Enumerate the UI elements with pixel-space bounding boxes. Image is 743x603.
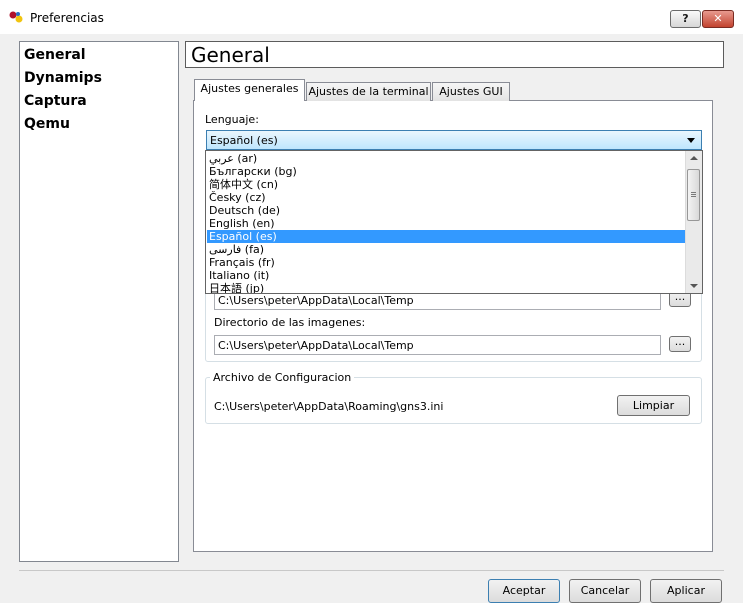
language-select[interactable]: Español (es): [206, 130, 702, 150]
accept-button[interactable]: Aceptar: [488, 579, 560, 603]
images-dir-field[interactable]: C:\Users\peter\AppData\Local\Temp: [214, 335, 661, 355]
list-item[interactable]: 日本語 (jp): [207, 282, 685, 293]
cancel-button[interactable]: Cancelar: [569, 579, 641, 603]
clear-config-button[interactable]: Limpiar: [617, 395, 690, 416]
list-item[interactable]: Български (bg): [207, 165, 685, 178]
nav-item-qemu[interactable]: Qemu: [24, 116, 70, 132]
list-item[interactable]: Česky (cz): [207, 191, 685, 204]
list-item[interactable]: Français (fr): [207, 256, 685, 269]
images-dir-label: Directorio de las imagenes:: [214, 316, 366, 329]
list-item-selected[interactable]: Español (es): [207, 230, 685, 243]
apply-button[interactable]: Aplicar: [650, 579, 722, 603]
list-item[interactable]: Italiano (it): [207, 269, 685, 282]
scrollbar-thumb[interactable]: [687, 169, 700, 221]
config-path: C:\Users\peter\AppData\Roaming\gns3.ini: [214, 400, 444, 413]
title-bar: [0, 0, 743, 34]
help-button[interactable]: ?: [670, 10, 701, 28]
app-icon: [9, 11, 23, 23]
section-header: General: [185, 41, 724, 68]
list-item[interactable]: فارسی (fa): [207, 243, 685, 256]
scroll-down-icon[interactable]: [690, 284, 698, 288]
list-item[interactable]: Deutsch (de): [207, 204, 685, 217]
tab-gui-settings[interactable]: Ajustes GUI: [432, 82, 510, 101]
section-title: General: [191, 43, 270, 67]
list-item[interactable]: English (en): [207, 217, 685, 230]
list-item[interactable]: عربي (ar): [207, 152, 685, 165]
language-label: Lenguaje:: [205, 113, 259, 126]
images-browse-button[interactable]: ...: [669, 336, 691, 352]
close-button[interactable]: ✕: [702, 10, 734, 28]
language-selected: Español (es): [210, 134, 278, 147]
footer-divider: [19, 570, 724, 571]
dropdown-scrollbar[interactable]: [685, 151, 702, 293]
language-dropdown-list[interactable]: عربي (ar) Български (bg) 简体中文 (cn) Česky…: [205, 150, 703, 294]
nav-item-captura[interactable]: Captura: [24, 93, 87, 109]
config-group-title: Archivo de Configuracion: [210, 371, 355, 384]
nav-item-dynamips[interactable]: Dynamips: [24, 70, 102, 86]
scroll-up-icon[interactable]: [690, 156, 698, 160]
window-title: Preferencias: [30, 11, 104, 25]
nav-item-general[interactable]: General: [24, 47, 86, 63]
list-item[interactable]: 简体中文 (cn): [207, 178, 685, 191]
tab-terminal-settings[interactable]: Ajustes de la terminal: [306, 82, 431, 101]
preferences-nav: General Dynamips Captura Qemu: [19, 41, 179, 562]
chevron-down-icon: [687, 138, 695, 143]
tab-general-settings[interactable]: Ajustes generales: [194, 79, 305, 101]
